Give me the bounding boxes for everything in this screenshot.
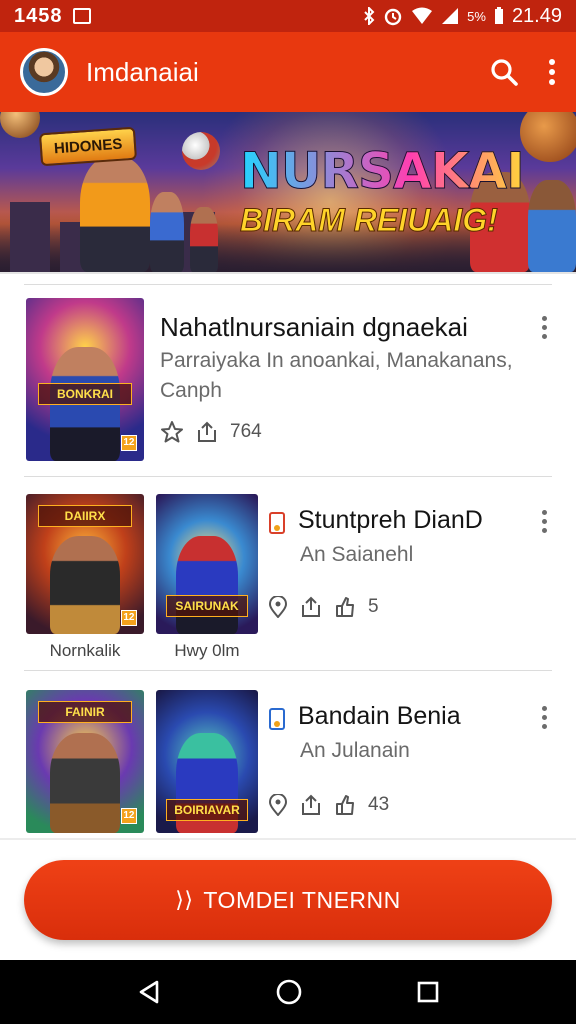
game-cover[interactable]: BOIRIAVAR xyxy=(156,690,258,833)
app-bar: Imdanaiai xyxy=(0,32,576,112)
promo-banner[interactable]: HIDONES NURSAKAI BIRAM REIUAIG! xyxy=(0,112,576,272)
cover-caption: Hwy 0lm xyxy=(174,641,240,660)
banner-ball xyxy=(520,112,576,162)
item-count: 5 xyxy=(368,596,379,617)
recents-icon[interactable] xyxy=(417,981,439,1003)
banner-ball xyxy=(182,132,220,170)
app-title: Imdanaiai xyxy=(86,56,199,87)
primary-action-button[interactable]: ⟩⟩ TOMDEI TNERNN xyxy=(24,860,552,940)
age-rating-badge: 12 xyxy=(120,435,137,452)
item-subtitle: An Julanain xyxy=(300,739,410,762)
item-count: 764 xyxy=(230,421,262,442)
more-options-icon[interactable] xyxy=(542,510,548,533)
like-icon[interactable] xyxy=(334,794,356,816)
like-icon[interactable] xyxy=(334,596,356,618)
bluetooth-icon xyxy=(364,7,375,25)
item-title: Nahatlnursaniain dgnaekai xyxy=(160,312,468,342)
cover-logo: FAINIR xyxy=(37,701,133,724)
more-options-icon[interactable] xyxy=(542,316,548,339)
divider xyxy=(0,838,576,840)
cover-caption: Nornkalik xyxy=(49,641,121,660)
cover-logo: BONKRAI xyxy=(37,382,133,405)
status-bar: 1458 5% 21.49 xyxy=(0,0,576,32)
share-icon[interactable] xyxy=(196,421,218,443)
chevron-right-icon: ⟩⟩ xyxy=(175,887,194,912)
item-title: Stuntpreh DianD xyxy=(298,506,483,534)
banner-ball xyxy=(0,112,40,138)
status-time: 21.49 xyxy=(511,4,562,27)
game-cover[interactable]: BONKRAI 12 xyxy=(26,298,144,461)
share-icon[interactable] xyxy=(300,794,322,816)
item-title: Bandain Benia xyxy=(298,702,461,730)
item-subtitle: An Saianehl xyxy=(300,543,414,566)
app-badge-icon xyxy=(269,708,285,730)
banner-headline: NURSAKAI xyxy=(240,142,526,201)
star-icon[interactable] xyxy=(160,420,184,444)
item-subtitle: Parraiyaka In anoankai, Manakanans, Canp… xyxy=(160,349,513,402)
game-cover[interactable]: DAIIRX 12 xyxy=(26,494,144,634)
age-rating-badge: 12 xyxy=(120,609,137,626)
banner-character xyxy=(80,157,150,272)
search-icon[interactable] xyxy=(490,58,518,86)
location-pin-icon[interactable] xyxy=(268,794,288,816)
cover-logo: DAIIRX xyxy=(37,505,133,528)
share-icon[interactable] xyxy=(300,596,322,618)
divider xyxy=(24,284,552,285)
back-icon[interactable] xyxy=(137,979,161,1005)
app-screen: 1458 5% 21.49 Imdanaiai HIDONES NURSAKAI… xyxy=(0,0,576,1024)
item-count: 43 xyxy=(368,794,390,815)
banner-subline: BIRAM REIUAIG! xyxy=(240,202,499,239)
game-cover[interactable]: SAIRUNAK xyxy=(156,494,258,634)
game-cover[interactable]: FAINIR 12 xyxy=(26,690,144,833)
primary-action-label: TOMDEI TNERNN xyxy=(203,886,401,913)
system-nav-bar xyxy=(0,960,576,1024)
divider xyxy=(24,476,552,477)
banner-character xyxy=(150,192,184,272)
divider xyxy=(0,272,576,274)
banner-character xyxy=(190,207,218,272)
age-rating-badge: 12 xyxy=(120,808,137,825)
more-options-icon[interactable] xyxy=(542,706,548,729)
home-icon[interactable] xyxy=(276,979,302,1005)
status-left-text: 1458 xyxy=(14,4,63,27)
divider xyxy=(24,670,552,671)
battery-icon xyxy=(494,7,503,24)
cover-logo: SAIRUNAK xyxy=(166,594,248,617)
banner-building xyxy=(10,202,50,272)
more-vert-icon[interactable] xyxy=(548,58,556,86)
cover-logo: BOIRIAVAR xyxy=(166,798,248,821)
avatar[interactable] xyxy=(20,48,68,96)
location-pin-icon[interactable] xyxy=(268,596,288,618)
signal-icon xyxy=(442,8,459,24)
notification-icon xyxy=(72,8,91,24)
app-badge-icon xyxy=(269,512,285,534)
banner-character xyxy=(528,180,576,272)
alarm-icon xyxy=(384,8,402,26)
battery-percent: 5% xyxy=(467,8,486,24)
wifi-icon xyxy=(412,7,433,24)
banner-badge: HIDONES xyxy=(38,126,138,167)
